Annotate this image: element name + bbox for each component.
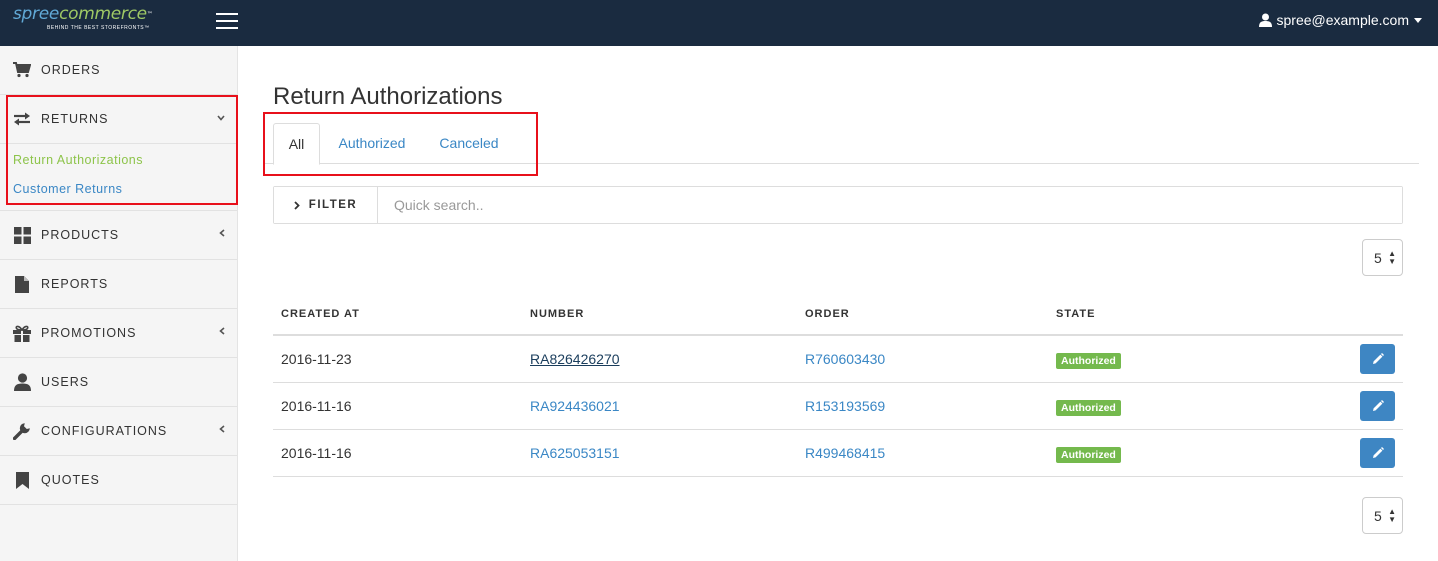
per-page-value: 5: [1374, 249, 1382, 266]
sidebar-item-products[interactable]: PRODUCTS: [0, 211, 237, 260]
pencil-icon: [1372, 400, 1384, 411]
column-header-created-at[interactable]: CREATED AT: [281, 308, 360, 320]
logo-text-spree: spree: [13, 4, 60, 24]
return-authorizations-table: CREATED AT NUMBER ORDER STATE 2016-11-23…: [273, 296, 1403, 477]
user-icon: [1258, 13, 1272, 27]
quick-search-input[interactable]: [378, 187, 1402, 223]
column-header-state[interactable]: STATE: [1056, 308, 1095, 320]
filter-label: FILTER: [308, 199, 358, 211]
return-number-link[interactable]: RA924436021: [530, 398, 620, 414]
sidebar-item-label: CONFIGURATIONS: [41, 424, 168, 438]
sidebar-item-label: USERS: [41, 375, 90, 389]
table-row: 2016-11-16 RA625053151 R499468415 Author…: [273, 430, 1403, 477]
select-arrows-icon: ▲ ▼: [1388, 507, 1396, 524]
state-badge: Authorized: [1056, 400, 1121, 416]
sidebar-item-quotes[interactable]: QUOTES: [0, 456, 237, 505]
sidebar-subitem-return-authorizations[interactable]: Return Authorizations: [0, 146, 237, 175]
table-header-row: CREATED AT NUMBER ORDER STATE: [273, 296, 1403, 336]
return-number-link[interactable]: RA826426270: [530, 351, 620, 367]
sidebar-item-label: PRODUCTS: [41, 228, 120, 242]
order-number-link[interactable]: R499468415: [805, 445, 885, 461]
sidebar-item-configurations[interactable]: CONFIGURATIONS: [0, 407, 237, 456]
per-page-select-bottom[interactable]: 5 ▲ ▼: [1362, 497, 1403, 534]
sidebar-item-label: PROMOTIONS: [41, 326, 137, 340]
wrench-icon: [12, 421, 32, 441]
pencil-icon: [1372, 447, 1384, 458]
tab-authorized[interactable]: Authorized: [327, 123, 417, 164]
state-badge: Authorized: [1056, 353, 1121, 369]
edit-button[interactable]: [1360, 391, 1395, 421]
edit-button[interactable]: [1360, 438, 1395, 468]
order-number-link[interactable]: R153193569: [805, 398, 885, 414]
return-number-link[interactable]: RA625053151: [530, 445, 620, 461]
sidebar: ORDERS RETURNS Return Authorizations Cus…: [0, 46, 238, 561]
spree-logo[interactable]: spreecommerce™ BEHIND THE BEST STOREFRON…: [13, 4, 153, 32]
shopping-cart-icon: [12, 60, 32, 80]
order-number-link[interactable]: R760603430: [805, 351, 885, 367]
tab-all[interactable]: All: [273, 123, 320, 165]
filter-toggle-button[interactable]: FILTER: [274, 187, 378, 223]
bookmark-icon: [12, 470, 32, 490]
exchange-arrows-icon: [12, 109, 32, 129]
logo-tagline: BEHIND THE BEST STOREFRONTS™: [47, 25, 150, 31]
tab-canceled[interactable]: Canceled: [429, 123, 509, 164]
created-at-cell: 2016-11-23: [281, 351, 352, 367]
state-badge: Authorized: [1056, 447, 1121, 463]
chevron-left-icon: [219, 424, 225, 436]
top-navbar: spreecommerce™ BEHIND THE BEST STOREFRON…: [0, 0, 1438, 46]
grid-icon: [12, 225, 32, 245]
logo-trademark: ™: [146, 11, 153, 18]
gift-icon: [12, 323, 32, 343]
sidebar-item-label: REPORTS: [41, 277, 109, 291]
page-title: Return Authorizations: [273, 83, 503, 110]
edit-button[interactable]: [1360, 344, 1395, 374]
caret-down-icon: [1414, 17, 1422, 23]
filter-bar: FILTER: [273, 186, 1403, 224]
chevron-right-icon: [294, 200, 300, 210]
column-header-order[interactable]: ORDER: [805, 308, 850, 320]
sidebar-item-label: ORDERS: [41, 63, 101, 77]
returns-submenu: Return Authorizations Customer Returns: [0, 144, 237, 211]
user-account-menu[interactable]: spree@example.com: [1258, 12, 1422, 28]
chevron-left-icon: [219, 228, 225, 240]
logo-text-commerce: commerce: [59, 4, 147, 24]
table-row: 2016-11-16 RA924436021 R153193569 Author…: [273, 383, 1403, 430]
created-at-cell: 2016-11-16: [281, 445, 352, 461]
chevron-down-icon: [217, 112, 225, 124]
hamburger-menu-icon[interactable]: [216, 13, 238, 31]
per-page-value: 5: [1374, 507, 1382, 524]
column-header-number[interactable]: NUMBER: [530, 308, 584, 320]
created-at-cell: 2016-11-16: [281, 398, 352, 414]
per-page-select-top[interactable]: 5 ▲ ▼: [1362, 239, 1403, 276]
user-email: spree@example.com: [1276, 12, 1410, 28]
sidebar-item-label: QUOTES: [41, 473, 100, 487]
sidebar-item-orders[interactable]: ORDERS: [0, 46, 237, 95]
pencil-icon: [1372, 353, 1384, 364]
chevron-left-icon: [219, 326, 225, 338]
sidebar-item-returns[interactable]: RETURNS: [0, 95, 237, 144]
sidebar-item-reports[interactable]: REPORTS: [0, 260, 237, 309]
select-arrows-icon: ▲ ▼: [1388, 249, 1396, 266]
sidebar-item-users[interactable]: USERS: [0, 358, 237, 407]
tab-bar: All Authorized Canceled: [263, 123, 1419, 165]
sidebar-item-label: RETURNS: [41, 112, 109, 126]
sidebar-item-promotions[interactable]: PROMOTIONS: [0, 309, 237, 358]
file-icon: [12, 274, 32, 294]
table-row: 2016-11-23 RA826426270 R760603430 Author…: [273, 336, 1403, 383]
sidebar-subitem-customer-returns[interactable]: Customer Returns: [0, 175, 237, 204]
user-icon: [12, 372, 32, 392]
